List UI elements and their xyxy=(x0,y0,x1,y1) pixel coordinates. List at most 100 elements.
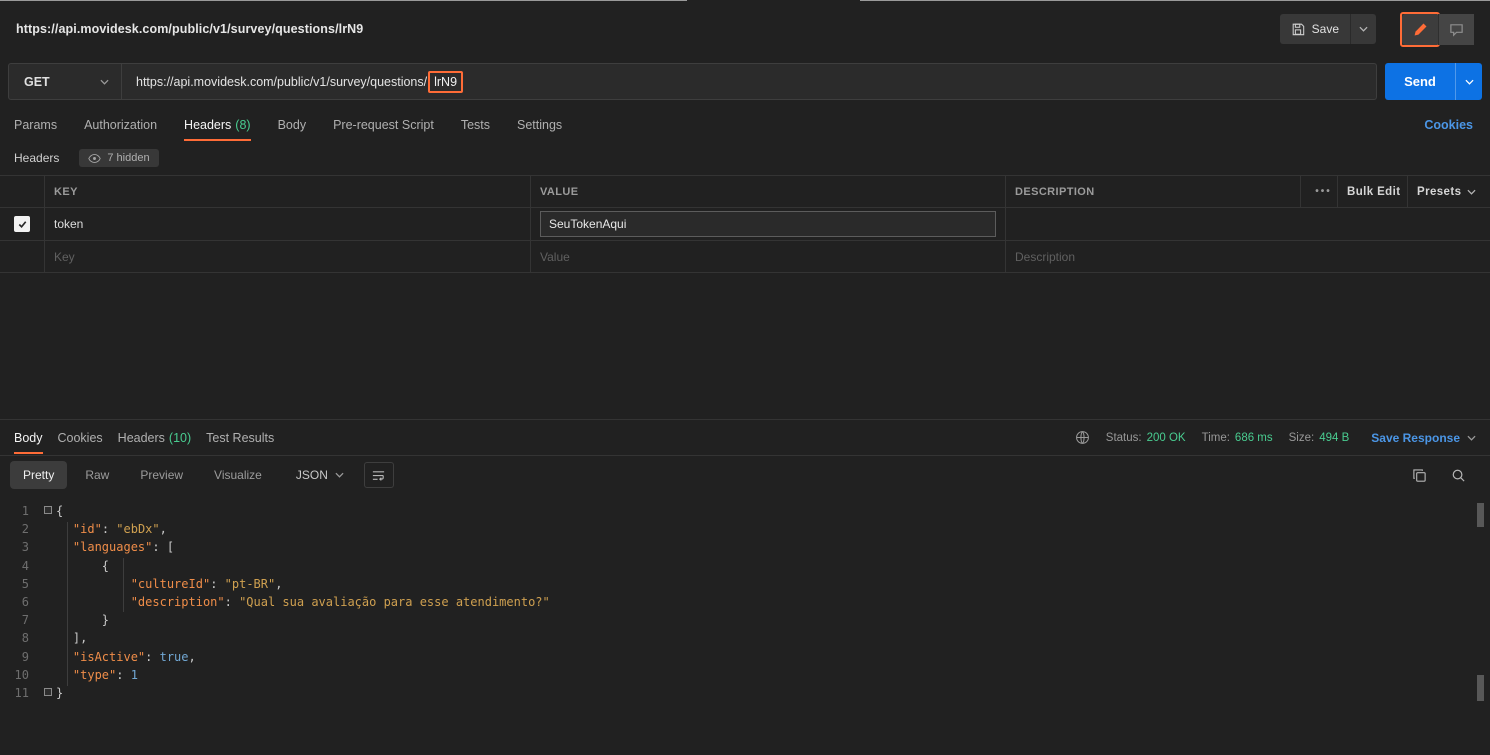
topbar-actions: Save xyxy=(1279,11,1474,47)
chevron-down-icon xyxy=(1464,79,1474,85)
send-button[interactable]: Send xyxy=(1385,63,1455,100)
fold-marker-icon[interactable] xyxy=(44,506,52,514)
line-number: 11 xyxy=(14,686,29,701)
send-options-button[interactable] xyxy=(1455,63,1482,100)
view-tab-pretty[interactable]: Pretty xyxy=(10,461,68,489)
line-number: 5 xyxy=(21,576,29,591)
empty-cell xyxy=(1407,241,1490,272)
save-response-button[interactable]: Save Response xyxy=(1371,431,1476,445)
key-placeholder[interactable]: Key xyxy=(44,241,530,272)
wrap-text-icon xyxy=(371,468,386,483)
select-all-cell xyxy=(0,176,44,207)
fold-marker-icon[interactable] xyxy=(44,688,52,697)
response-panel: Body Cookies Headers (10) Test Results S… xyxy=(0,419,1490,755)
response-tab-cookies[interactable]: Cookies xyxy=(58,420,103,455)
tab-tests[interactable]: Tests xyxy=(461,108,490,142)
line-number: 4 xyxy=(21,558,29,573)
empty-cell xyxy=(1407,208,1490,240)
code-line: 3 "languages": [ xyxy=(0,538,1490,556)
line-number: 6 xyxy=(21,595,29,610)
fold-guide-line xyxy=(67,522,68,686)
view-tab-raw[interactable]: Raw xyxy=(72,461,122,489)
format-label: JSON xyxy=(295,468,328,482)
save-options-button[interactable] xyxy=(1351,14,1376,44)
headers-table-header: KEY VALUE DESCRIPTION ••• Bulk Edit Pres… xyxy=(0,175,1490,207)
network-icon[interactable] xyxy=(1075,430,1090,445)
hidden-headers-toggle[interactable]: 7 hidden xyxy=(79,149,159,167)
view-tab-preview[interactable]: Preview xyxy=(127,461,196,489)
tab-prerequest-script[interactable]: Pre-request Script xyxy=(333,108,434,142)
format-selector[interactable]: JSON xyxy=(296,468,344,482)
url-input[interactable]: https://api.movidesk.com/public/v1/surve… xyxy=(122,64,477,99)
presets-button[interactable]: Presets xyxy=(1407,176,1490,207)
url-prefix: https://api.movidesk.com/public/v1/surve… xyxy=(136,74,428,89)
line-number: 1 xyxy=(21,504,29,518)
scrollbar-thumb[interactable] xyxy=(1477,675,1484,701)
chevron-down-icon xyxy=(100,79,109,85)
value-placeholder[interactable]: Value xyxy=(530,241,1005,272)
response-tab-body[interactable]: Body xyxy=(14,420,43,455)
tab-headers[interactable]: Headers (8) xyxy=(184,108,251,142)
code-line: 5 "cultureId": "pt-BR", xyxy=(0,575,1490,593)
tab-body[interactable]: Body xyxy=(278,108,307,142)
edit-request-button[interactable] xyxy=(1400,11,1440,47)
tab-authorization[interactable]: Authorization xyxy=(84,108,157,142)
request-tabs: Params Authorization Headers (8) Body Pr… xyxy=(0,108,1490,142)
bulk-edit-button[interactable]: Bulk Edit xyxy=(1337,176,1407,207)
status-value: 200 OK xyxy=(1146,431,1186,444)
wrap-text-button[interactable] xyxy=(363,462,394,488)
chevron-down-icon xyxy=(1467,189,1476,195)
description-placeholder[interactable]: Description xyxy=(1005,241,1300,272)
tab-settings[interactable]: Settings xyxy=(517,108,562,142)
row-checkbox[interactable] xyxy=(14,216,30,232)
time-value: 686 ms xyxy=(1234,431,1273,444)
header-row-placeholder: Key Value Description xyxy=(0,240,1490,273)
window-top-edge xyxy=(860,0,1490,1)
empty-cell xyxy=(1300,208,1337,240)
response-tabs: Body Cookies Headers (10) Test Results S… xyxy=(0,420,1490,456)
response-body-viewer[interactable]: 1{2 "id": "ebDx", 3 "languages": [4 {5 "c… xyxy=(0,494,1490,755)
method-label: GET xyxy=(24,74,50,89)
request-header-bar: https://api.movidesk.com/public/v1/surve… xyxy=(0,1,1490,57)
comment-icon xyxy=(1449,22,1464,37)
code-lines: 1{2 "id": "ebDx", 3 "languages": [4 {5 "c… xyxy=(0,502,1490,702)
save-label: Save xyxy=(1311,22,1339,36)
headers-section-header: Headers 7 hidden xyxy=(14,144,159,172)
request-title: https://api.movidesk.com/public/v1/surve… xyxy=(16,22,364,36)
request-side-actions xyxy=(1400,11,1474,47)
save-button[interactable]: Save xyxy=(1280,14,1351,44)
copy-icon[interactable] xyxy=(1412,468,1427,483)
header-key-cell[interactable]: token xyxy=(44,208,530,240)
header-description-cell[interactable] xyxy=(1005,208,1300,240)
comments-button[interactable] xyxy=(1438,13,1474,45)
method-selector[interactable]: GET xyxy=(9,64,122,99)
row-checkbox-cell xyxy=(0,208,44,240)
row-checkbox-cell xyxy=(0,241,44,272)
response-view-bar: Pretty Raw Preview Visualize JSON xyxy=(0,456,1490,494)
tab-headers-label: Headers xyxy=(184,118,232,132)
time-label: Time: xyxy=(1201,431,1230,444)
more-options-button[interactable]: ••• xyxy=(1300,176,1337,207)
code-line: 10 "type": 1 xyxy=(0,666,1490,684)
response-tab-headers[interactable]: Headers (10) xyxy=(118,420,191,455)
header-value-cell[interactable]: SeuTokenAqui xyxy=(530,208,1005,240)
save-split-button: Save xyxy=(1279,14,1376,44)
column-description: DESCRIPTION xyxy=(1005,176,1300,207)
hidden-headers-label: 7 hidden xyxy=(107,152,150,164)
response-tab-test-results[interactable]: Test Results xyxy=(206,420,274,455)
tab-params[interactable]: Params xyxy=(14,108,57,142)
line-number: 2 xyxy=(21,522,29,537)
response-meta: Status: 200 OK Time: 686 ms Size: 494 B … xyxy=(1075,420,1490,455)
more-options-icon: ••• xyxy=(1315,186,1332,197)
search-icon[interactable] xyxy=(1451,468,1466,483)
pencil-icon xyxy=(1413,22,1428,37)
request-url-bar: GET https://api.movidesk.com/public/v1/s… xyxy=(8,63,1482,100)
cookies-link[interactable]: Cookies xyxy=(1424,108,1490,142)
view-tab-visualize[interactable]: Visualize xyxy=(201,461,275,489)
response-toolbar-right xyxy=(1412,468,1490,483)
size-label: Size: xyxy=(1288,431,1315,444)
scrollbar-thumb[interactable] xyxy=(1477,503,1484,527)
code-line: 1{ xyxy=(0,502,1490,520)
eye-icon xyxy=(88,153,102,164)
header-value-input[interactable]: SeuTokenAqui xyxy=(540,211,996,237)
